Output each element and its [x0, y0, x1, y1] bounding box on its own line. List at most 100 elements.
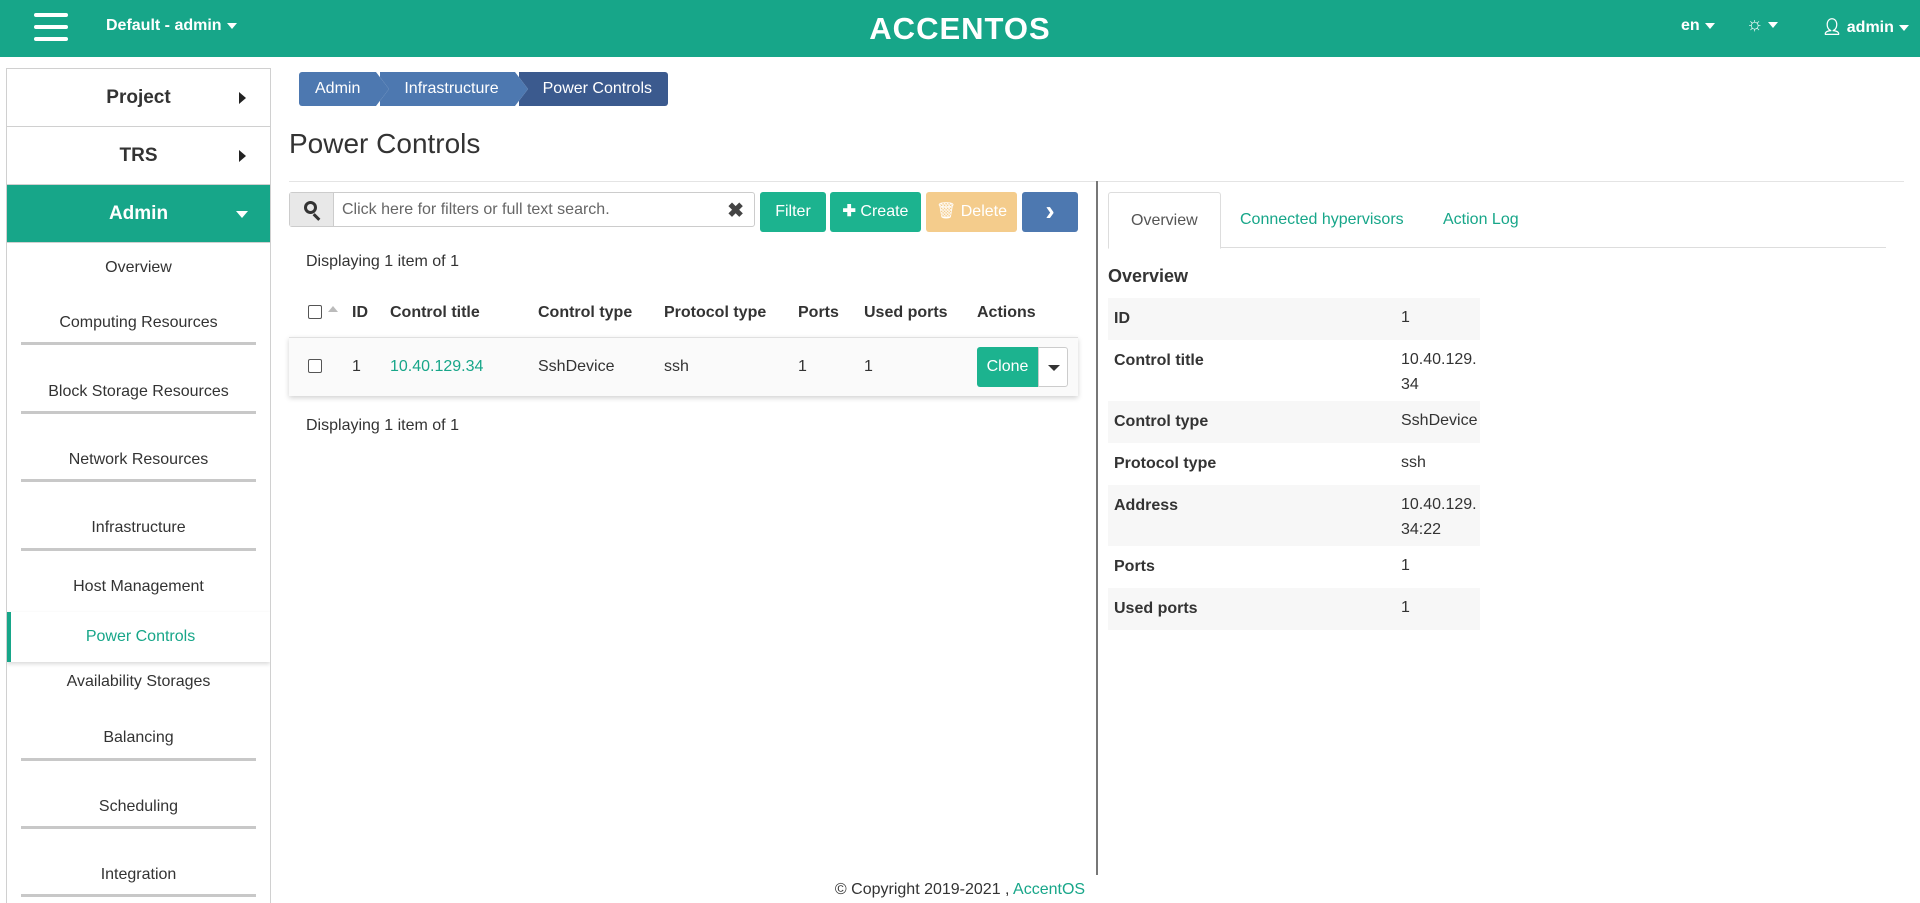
cell-control-title-link[interactable]: 10.40.129.34	[390, 358, 483, 376]
detail-value: ssh	[1401, 454, 1426, 471]
breadcrumb-power-controls: Power Controls	[514, 72, 668, 106]
detail-value: 10.40.129.34	[1401, 351, 1477, 393]
detail-value: 1	[1401, 557, 1410, 574]
column-header[interactable]: Protocol type	[664, 304, 766, 322]
column-header: Actions	[977, 304, 1036, 321]
detail-tabs: Overview Connected hypervisors Action Lo…	[1108, 192, 1886, 249]
chevron-right-icon: ›	[1045, 195, 1055, 226]
copyright-text: © Copyright 2019-2021 ,	[834, 881, 1010, 898]
filter-button[interactable]: Filter	[760, 192, 826, 232]
detail-label: Control type	[1114, 413, 1209, 430]
chevron-down-icon	[1704, 22, 1715, 29]
panel-divider[interactable]	[1096, 181, 1098, 875]
detail-row-protocol-type: Protocol type ssh	[1108, 443, 1480, 485]
search-button[interactable]	[290, 193, 334, 226]
column-header[interactable]: Used ports	[864, 304, 948, 322]
sidebar-item-power-controls[interactable]: Power Controls	[7, 612, 270, 662]
user-menu[interactable]: 👤︎ admin	[1822, 17, 1909, 37]
sidebar-item-network-resources[interactable]: Network Resources	[7, 451, 270, 469]
create-button[interactable]: ✚ Create	[830, 192, 921, 232]
detail-value: 1	[1401, 599, 1410, 616]
top-bar: Default - admin ACCENTOS en ☼ 👤︎ admin	[0, 0, 1920, 57]
detail-row-control-title: Control title 10.40.129.34	[1108, 340, 1480, 401]
cell-control-type: SshDevice	[538, 358, 615, 375]
chevron-down-icon	[1898, 24, 1909, 31]
divider	[21, 411, 256, 414]
logo-text: ACCENTOS	[869, 11, 1051, 46]
tab-connected-hypervisors[interactable]: Connected hypervisors	[1240, 192, 1404, 248]
project-label: Default - admin	[106, 17, 222, 34]
logo: ACCENTOS	[0, 11, 1920, 47]
sidebar-item-overview[interactable]: Overview	[7, 259, 270, 277]
search-icon	[304, 201, 317, 214]
create-label: Create	[860, 203, 909, 220]
caret-right-icon	[239, 92, 246, 104]
detail-row-ports: Ports 1	[1108, 546, 1480, 588]
sidebar-item-availability-storages[interactable]: Availability Storages	[7, 673, 270, 691]
tab-action-log[interactable]: Action Log	[1443, 192, 1519, 248]
search-input[interactable]	[342, 193, 722, 226]
cell-id: 1	[352, 358, 361, 375]
detail-row-control-type: Control type SshDevice	[1108, 401, 1480, 443]
menu-icon[interactable]	[34, 13, 68, 43]
column-header[interactable]: Ports	[798, 304, 839, 322]
sidebar-item-scheduling[interactable]: Scheduling	[7, 798, 270, 816]
column-header[interactable]: Control title	[390, 304, 480, 322]
breadcrumb: Admin Infrastructure Power Controls	[299, 72, 672, 106]
sidebar-section-admin[interactable]: Admin	[7, 185, 270, 243]
chevron-down-icon	[226, 22, 237, 29]
clone-button[interactable]: Clone	[977, 347, 1038, 387]
sidebar-item-infrastructure[interactable]: Infrastructure	[7, 519, 270, 537]
trash-icon: 🗑︎	[935, 203, 957, 220]
table-row[interactable]: 1 10.40.129.34 SshDevice ssh 1 1 Clone	[289, 337, 1078, 396]
sidebar-item-computing-resources[interactable]: Computing Resources	[7, 314, 270, 332]
row-checkbox[interactable]	[308, 359, 322, 373]
caret-down-icon	[236, 211, 248, 218]
sidebar-section-label: Project	[106, 87, 171, 108]
sidebar-item-host-management[interactable]: Host Management	[7, 578, 270, 596]
footer-link[interactable]: AccentOS	[1013, 881, 1085, 898]
tab-overview[interactable]: Overview	[1108, 192, 1221, 249]
column-header[interactable]: Control type	[538, 304, 632, 322]
actions-dropdown-toggle[interactable]	[1038, 347, 1068, 387]
sidebar-section-project[interactable]: Project	[7, 69, 270, 127]
next-button[interactable]: ›	[1022, 192, 1078, 232]
project-selector[interactable]: Default - admin	[106, 17, 237, 35]
breadcrumb-infrastructure[interactable]: Infrastructure	[376, 72, 528, 106]
detail-value: 1	[1401, 309, 1410, 326]
column-header[interactable]: ID	[352, 304, 368, 322]
detail-table: ID 1 Control title 10.40.129.34 Control ty…	[1108, 298, 1480, 630]
cell-used-ports: 1	[864, 358, 873, 375]
close-icon[interactable]: ✖	[727, 198, 744, 223]
select-all-checkbox[interactable]	[308, 305, 322, 319]
breadcrumb-admin[interactable]: Admin	[299, 72, 390, 106]
detail-label: Ports	[1114, 558, 1155, 575]
detail-value: 10.40.129.34:22	[1401, 496, 1477, 538]
sidebar-section-trs[interactable]: TRS	[7, 127, 270, 185]
sidebar-section-label: Admin	[108, 203, 169, 224]
sidebar-item-balancing[interactable]: Balancing	[7, 729, 270, 747]
divider	[21, 826, 256, 829]
language-selector[interactable]: en	[1681, 17, 1715, 35]
divider	[21, 758, 256, 761]
delete-button[interactable]: 🗑︎ Delete	[926, 192, 1017, 232]
sidebar-section-label: TRS	[119, 145, 158, 166]
detail-label: Address	[1114, 497, 1179, 514]
divider	[21, 548, 256, 551]
display-count-top: Displaying 1 item of 1	[306, 253, 459, 270]
sort-icon[interactable]	[328, 306, 338, 312]
detail-value: SshDevice	[1401, 412, 1478, 429]
sidebar: Project TRS Admin Overview Computing Res…	[6, 68, 271, 903]
sun-icon: ☼	[1746, 14, 1764, 35]
sidebar-item-block-storage-resources[interactable]: Block Storage Resources	[7, 383, 270, 401]
table-header: ID Control title Control type Protocol t…	[289, 298, 1078, 336]
delete-label: Delete	[960, 203, 1007, 220]
display-count-bottom: Displaying 1 item of 1	[306, 417, 459, 434]
caret-right-icon	[239, 150, 246, 162]
chevron-down-icon	[1768, 21, 1779, 28]
divider	[21, 479, 256, 482]
user-label: admin	[1846, 19, 1894, 36]
theme-selector[interactable]: ☼	[1746, 14, 1779, 36]
detail-label: Control title	[1114, 352, 1204, 369]
search-icon-handle	[312, 213, 321, 221]
